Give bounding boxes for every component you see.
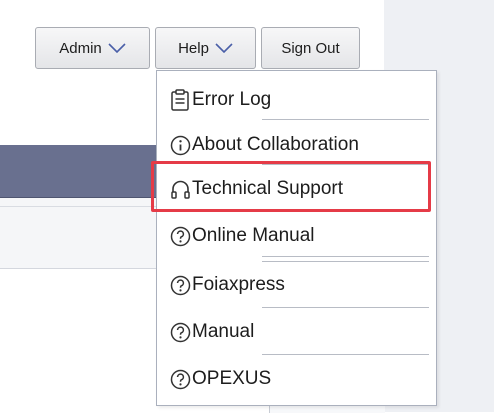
admin-button-label: Admin (59, 39, 102, 57)
clipboard-icon (169, 89, 191, 111)
sign-out-button-label: Sign Out (281, 39, 340, 57)
menu-divider (262, 354, 429, 355)
menu-item-label: OPEXUS (192, 368, 272, 389)
menu-divider (262, 209, 429, 210)
menu-divider (262, 261, 429, 262)
chevron-down-icon (215, 43, 233, 53)
menu-item-label: About Collaboration (192, 134, 359, 155)
question-icon (169, 225, 191, 247)
menu-item-about-collaboration[interactable]: About Collaboration (157, 126, 436, 164)
menu-item-label: Foiaxpress (192, 274, 285, 295)
menu-item-manual[interactable]: Manual (157, 313, 436, 351)
help-button-label: Help (178, 39, 209, 57)
menu-divider (262, 119, 429, 120)
menu-divider (262, 256, 429, 257)
menu-item-label: Manual (192, 321, 255, 342)
menu-item-online-manual[interactable]: Online Manual (157, 217, 436, 255)
menu-divider (262, 164, 429, 165)
question-icon (169, 274, 191, 296)
question-icon (169, 368, 191, 390)
chevron-down-icon (108, 43, 126, 53)
menu-item-label: Technical Support (192, 178, 344, 199)
menu-item-foiaxpress[interactable]: Foiaxpress (157, 266, 436, 304)
menu-item-error-log[interactable]: Error Log (157, 81, 436, 119)
menu-item-technical-support[interactable]: Technical Support (157, 170, 436, 208)
headset-icon (169, 178, 191, 200)
help-menu-button[interactable]: Help (155, 27, 256, 69)
info-icon (169, 134, 191, 156)
help-dropdown-menu: Error Log About Collaboration Technical … (156, 70, 437, 406)
menu-divider (262, 307, 429, 308)
question-icon (169, 321, 191, 343)
menu-item-opexus[interactable]: OPEXUS (157, 360, 436, 398)
menu-item-label: Online Manual (192, 225, 315, 246)
menu-item-label: Error Log (192, 89, 272, 110)
sign-out-button[interactable]: Sign Out (261, 27, 360, 69)
admin-menu-button[interactable]: Admin (35, 27, 150, 69)
